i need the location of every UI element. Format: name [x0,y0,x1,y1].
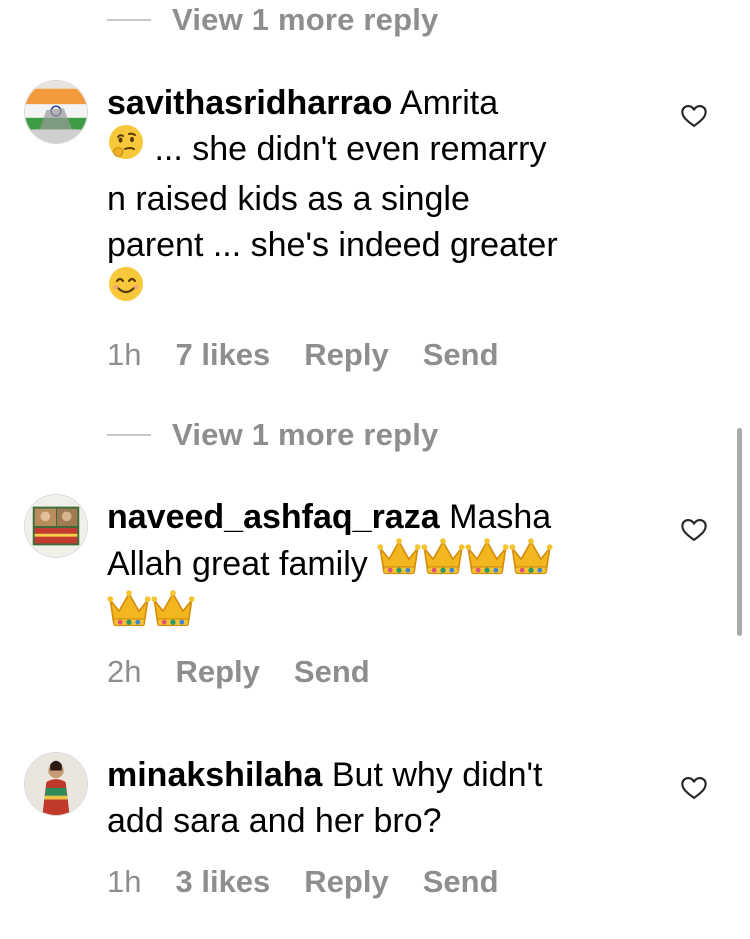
divider-line [107,434,151,436]
comment-text-line: Amrita [392,84,499,122]
comment-username[interactable]: naveed_ashfaq_raza [107,498,440,536]
divider-line [107,19,151,21]
comment-text-line: But why didn't [322,756,543,794]
scrollbar[interactable] [737,428,742,636]
send-button[interactable]: Send [423,337,499,373]
comment-text-line: n raised kids as a single [107,180,470,219]
crown-icon [151,589,195,641]
comment-time: 2h [107,654,142,689]
crown-icon [107,589,151,641]
like-heart-icon[interactable] [680,516,708,544]
comment-username[interactable]: minakshilaha [107,756,322,794]
avatar-image [25,495,87,557]
crown-icon [465,537,509,589]
comment-username[interactable]: savithasridharrao [107,84,392,122]
comment-text-line: ... she didn't even remarry [145,130,547,168]
send-button[interactable]: Send [423,864,499,900]
comment-text-line: Masha [439,498,552,536]
like-heart-icon[interactable] [680,774,708,802]
avatar[interactable] [24,494,88,558]
likes-count-button[interactable]: 7 likes [175,337,270,373]
comment-text-line: add sara and her bro? [107,802,442,840]
view-more-replies-label: View 1 more reply [172,417,439,452]
comment-text-line: parent ... she's indeed greater [107,226,558,265]
send-button[interactable]: Send [294,654,370,690]
view-more-replies-button[interactable]: View 1 more reply [107,0,438,40]
avatar-image [25,81,87,143]
reply-button[interactable]: Reply [304,864,388,900]
thinking-face-icon [107,123,145,173]
comment-meta: 1h 7 likes Reply Send [107,335,533,375]
comment-meta: 2h Reply Send [107,652,404,692]
comment-text: savithasridharrao Amrita ... she didn't … [107,80,652,318]
comment-text: naveed_ashfaq_raza Masha Allah great fam… [107,494,652,644]
crown-icon [377,537,421,589]
comment-text-line: Allah great family [107,544,368,583]
comment-time: 1h [107,337,142,372]
view-more-replies-label: View 1 more reply [172,2,439,37]
crown-icon [421,537,465,589]
likes-count-button[interactable]: 3 likes [175,864,270,900]
avatar[interactable] [24,752,88,816]
comment-meta: 1h 3 likes Reply Send [107,862,533,902]
comment-time: 1h [107,864,142,899]
reply-button[interactable]: Reply [304,337,388,373]
crown-icon [509,537,553,589]
avatar-image [25,753,87,815]
avatar[interactable] [24,80,88,144]
like-heart-icon[interactable] [680,102,708,130]
comment-text: minakshilaha But why didn't add sara and… [107,752,652,844]
smiling-face-icon [107,265,145,315]
reply-button[interactable]: Reply [175,654,259,690]
view-more-replies-button[interactable]: View 1 more reply [107,415,438,455]
